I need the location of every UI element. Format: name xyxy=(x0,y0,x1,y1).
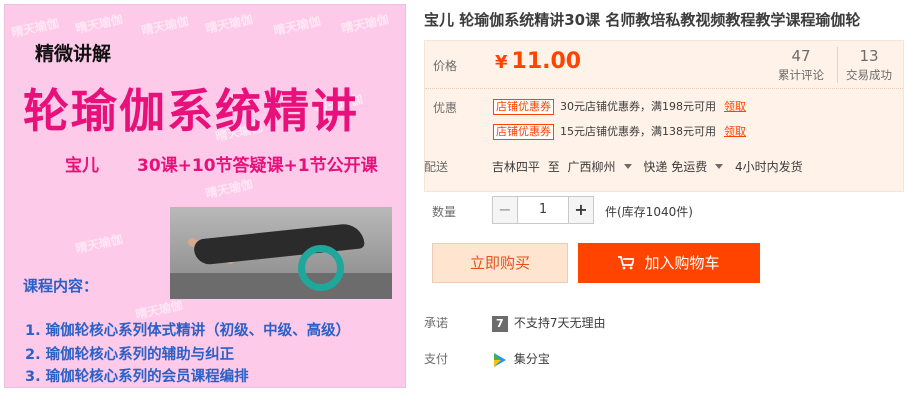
promo-author: 宝儿 xyxy=(65,156,99,176)
watermark: 晴天瑜伽 xyxy=(74,12,125,36)
yoga-mat xyxy=(170,273,392,299)
promo-content-line: 1. 瑜伽轮核心系列体式精讲（初级、中级、高级） xyxy=(25,323,351,339)
claim-coupon-link[interactable]: 领取 xyxy=(724,125,746,138)
quantity-input[interactable]: 1 xyxy=(518,196,568,224)
shipping-label: 配送 xyxy=(424,160,449,174)
deal-count: 13 交易成功 xyxy=(839,47,899,83)
coupon-desc: 30元店铺优惠券，满198元可用 xyxy=(560,100,716,113)
add-to-cart-label: 加入购物车 xyxy=(644,254,720,272)
shipping-row: 配送 吉林四平 至 广西柳州 快递 免运费 4小时内发货 xyxy=(424,158,807,175)
product-main-image[interactable]: 晴天瑜伽 晴天瑜伽 晴天瑜伽 晴天瑜伽 晴天瑜伽 晴天瑜伽 晴天瑜伽 晴天瑜伽 … xyxy=(4,4,406,388)
quantity-label: 数量 xyxy=(432,205,457,219)
claim-coupon-link[interactable]: 领取 xyxy=(724,100,746,113)
watermark: 晴天瑜伽 xyxy=(204,177,255,201)
promise-label: 承诺 xyxy=(424,316,449,330)
price-value: ¥11.00 xyxy=(495,49,581,74)
watermark: 晴天瑜伽 xyxy=(204,12,255,36)
review-count[interactable]: 47 累计评论 xyxy=(771,47,831,83)
destination-select[interactable]: 广西柳州 xyxy=(568,160,636,174)
product-title: 宝儿 轮瑜伽系统精讲30课 名师教培私教视频教程教学课程瑜伽轮 xyxy=(424,11,861,29)
watermark: 晴天瑜伽 xyxy=(10,16,61,40)
shipping-method-select[interactable]: 快递 免运费 xyxy=(643,160,727,174)
seven-day-icon: 7 xyxy=(491,315,508,332)
ship-from: 吉林四平 xyxy=(491,160,540,174)
promotion-label: 优惠 xyxy=(433,101,458,115)
deal-count-label: 交易成功 xyxy=(846,68,892,82)
promo-content-title: 课程内容： xyxy=(23,277,99,295)
buy-now-button[interactable]: 立即购买 xyxy=(432,243,568,283)
add-to-cart-button[interactable]: 加入购物车 xyxy=(578,243,760,283)
coupon-desc: 15元店铺优惠券，满138元可用 xyxy=(560,125,716,138)
stat-divider xyxy=(837,47,838,83)
chevron-down-icon xyxy=(623,164,632,169)
payment-row: 支付 集分宝 xyxy=(424,350,550,368)
payment-method: 集分宝 xyxy=(513,352,550,366)
review-count-number: 47 xyxy=(791,47,811,65)
yoga-photo xyxy=(170,207,392,299)
destination-value: 广西柳州 xyxy=(567,160,616,174)
promise-row: 承诺 7 不支持7天无理由 xyxy=(424,314,605,332)
dispatch-time: 4小时内发货 xyxy=(735,160,803,174)
price-row: 价格 ¥11.00 47 累计评论 13 交易成功 xyxy=(425,41,903,89)
watermark: 晴天瑜伽 xyxy=(340,12,391,36)
coupon-tag: 店铺优惠券 xyxy=(493,124,554,140)
promo-subtitle: 精微讲解 xyxy=(35,43,112,65)
quantity-stepper: − 1 + xyxy=(492,196,594,224)
watermark: 晴天瑜伽 xyxy=(74,232,125,256)
watermark: 晴天瑜伽 xyxy=(272,14,323,38)
review-count-label: 累计评论 xyxy=(778,68,824,82)
currency-symbol: ¥ xyxy=(495,52,508,73)
decrease-button[interactable]: − xyxy=(492,196,518,224)
chevron-down-icon xyxy=(715,164,724,169)
yoga-wheel xyxy=(298,245,344,291)
increase-button[interactable]: + xyxy=(568,196,594,224)
watermark: 晴天瑜伽 xyxy=(140,14,191,38)
price-amount: 11.00 xyxy=(511,49,582,74)
coupon-item: 店铺优惠券 15元店铺优惠券，满138元可用 领取 xyxy=(493,123,746,140)
coupon-item: 店铺优惠券 30元店铺优惠券，满198元可用 领取 xyxy=(493,98,746,115)
cart-icon xyxy=(618,256,635,270)
deal-count-number: 13 xyxy=(859,47,879,65)
promo-content-line: 3. 瑜伽轮核心系列的会员课程编排 xyxy=(25,369,249,385)
stock-info: 件(库存1040件) xyxy=(605,205,693,219)
price-label: 价格 xyxy=(433,59,458,73)
promise-text: 不支持7天无理由 xyxy=(513,316,606,330)
payment-label: 支付 xyxy=(424,352,449,366)
coupon-tag: 店铺优惠券 xyxy=(493,99,554,115)
jifenbao-icon xyxy=(493,352,506,367)
promo-courses: 30课+10节答疑课+1节公开课 xyxy=(137,156,378,176)
promo-content-line: 2. 瑜伽轮核心系列的辅助与纠正 xyxy=(25,347,235,363)
ship-to-word: 至 xyxy=(547,160,560,174)
shipping-method-value: 快递 免运费 xyxy=(643,160,708,174)
promo-title: 轮瑜伽系统精讲 xyxy=(23,84,359,138)
